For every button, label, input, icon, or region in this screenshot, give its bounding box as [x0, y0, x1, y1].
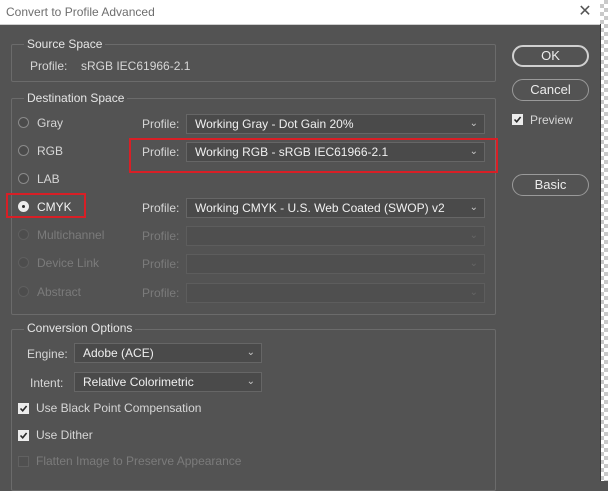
radio-multichannel-label: Multichannel — [37, 228, 105, 242]
engine-select[interactable]: Adobe (ACE) ⌄ — [74, 343, 262, 363]
radio-gray-label: Gray — [37, 116, 64, 130]
source-profile-label: Profile: — [30, 59, 68, 73]
canvas-checkerboard — [600, 0, 608, 481]
radio-abstract — [18, 286, 29, 297]
conversion-options-legend: Conversion Options — [24, 321, 136, 335]
black-point-label: Use Black Point Compensation — [36, 401, 202, 415]
cmyk-profile-label: Profile: — [142, 201, 180, 215]
title-bar: Convert to Profile Advanced ✕ — [0, 0, 600, 25]
chevron-down-icon: ⌄ — [469, 287, 478, 298]
check-icon — [513, 116, 522, 124]
rgb-profile-highlight — [129, 138, 498, 173]
intent-value: Relative Colorimetric — [83, 375, 194, 389]
destination-space-legend: Destination Space — [24, 91, 128, 105]
black-point-checkbox[interactable] — [18, 403, 29, 414]
dither-label: Use Dither — [36, 428, 93, 442]
window-title: Convert to Profile Advanced — [6, 5, 155, 19]
check-icon — [19, 432, 28, 440]
intent-label: Intent: — [30, 376, 64, 390]
radio-device-link-label: Device Link — [37, 256, 100, 270]
basic-button[interactable]: Basic — [512, 174, 589, 196]
gray-profile-value: Working Gray - Dot Gain 20% — [195, 117, 354, 131]
gray-profile-select[interactable]: Working Gray - Dot Gain 20% ⌄ — [186, 114, 485, 134]
chevron-down-icon: ⌄ — [469, 118, 478, 129]
close-icon[interactable]: ✕ — [574, 0, 596, 24]
preview-checkbox[interactable] — [512, 114, 523, 125]
abstract-profile-label: Profile: — [142, 286, 180, 300]
radio-device-link — [18, 257, 29, 268]
chevron-down-icon: ⌄ — [246, 347, 255, 358]
source-profile-value: sRGB IEC61966-2.1 — [81, 59, 191, 73]
source-space-legend: Source Space — [24, 37, 106, 51]
radio-rgb-label: RGB — [37, 144, 64, 158]
cmyk-highlight — [6, 193, 86, 218]
radio-rgb[interactable] — [18, 145, 29, 156]
radio-multichannel — [18, 229, 29, 240]
chevron-down-icon: ⌄ — [469, 230, 478, 241]
radio-abstract-label: Abstract — [37, 285, 82, 299]
abstract-profile-select: ⌄ — [186, 283, 485, 303]
gray-profile-label: Profile: — [142, 117, 180, 131]
flatten-label: Flatten Image to Preserve Appearance — [36, 454, 242, 468]
chevron-down-icon: ⌄ — [469, 202, 478, 213]
engine-label: Engine: — [27, 347, 68, 361]
cancel-button[interactable]: Cancel — [512, 79, 589, 101]
intent-select[interactable]: Relative Colorimetric ⌄ — [74, 372, 262, 392]
ok-button[interactable]: OK — [512, 45, 589, 67]
radio-gray[interactable] — [18, 117, 29, 128]
cmyk-profile-select[interactable]: Working CMYK - U.S. Web Coated (SWOP) v2… — [186, 198, 485, 218]
multichannel-profile-label: Profile: — [142, 229, 180, 243]
check-icon — [19, 405, 28, 413]
chevron-down-icon: ⌄ — [469, 258, 478, 269]
dither-checkbox[interactable] — [18, 430, 29, 441]
window-edge — [600, 24, 601, 481]
device-link-profile-select: ⌄ — [186, 254, 485, 274]
radio-lab[interactable] — [18, 173, 29, 184]
cmyk-profile-value: Working CMYK - U.S. Web Coated (SWOP) v2 — [195, 201, 445, 215]
multichannel-profile-select: ⌄ — [186, 226, 485, 246]
device-link-profile-label: Profile: — [142, 257, 180, 271]
engine-value: Adobe (ACE) — [83, 346, 154, 360]
preview-label: Preview — [530, 113, 573, 127]
radio-lab-label: LAB — [37, 172, 60, 186]
flatten-checkbox — [18, 456, 29, 467]
chevron-down-icon: ⌄ — [246, 376, 255, 387]
